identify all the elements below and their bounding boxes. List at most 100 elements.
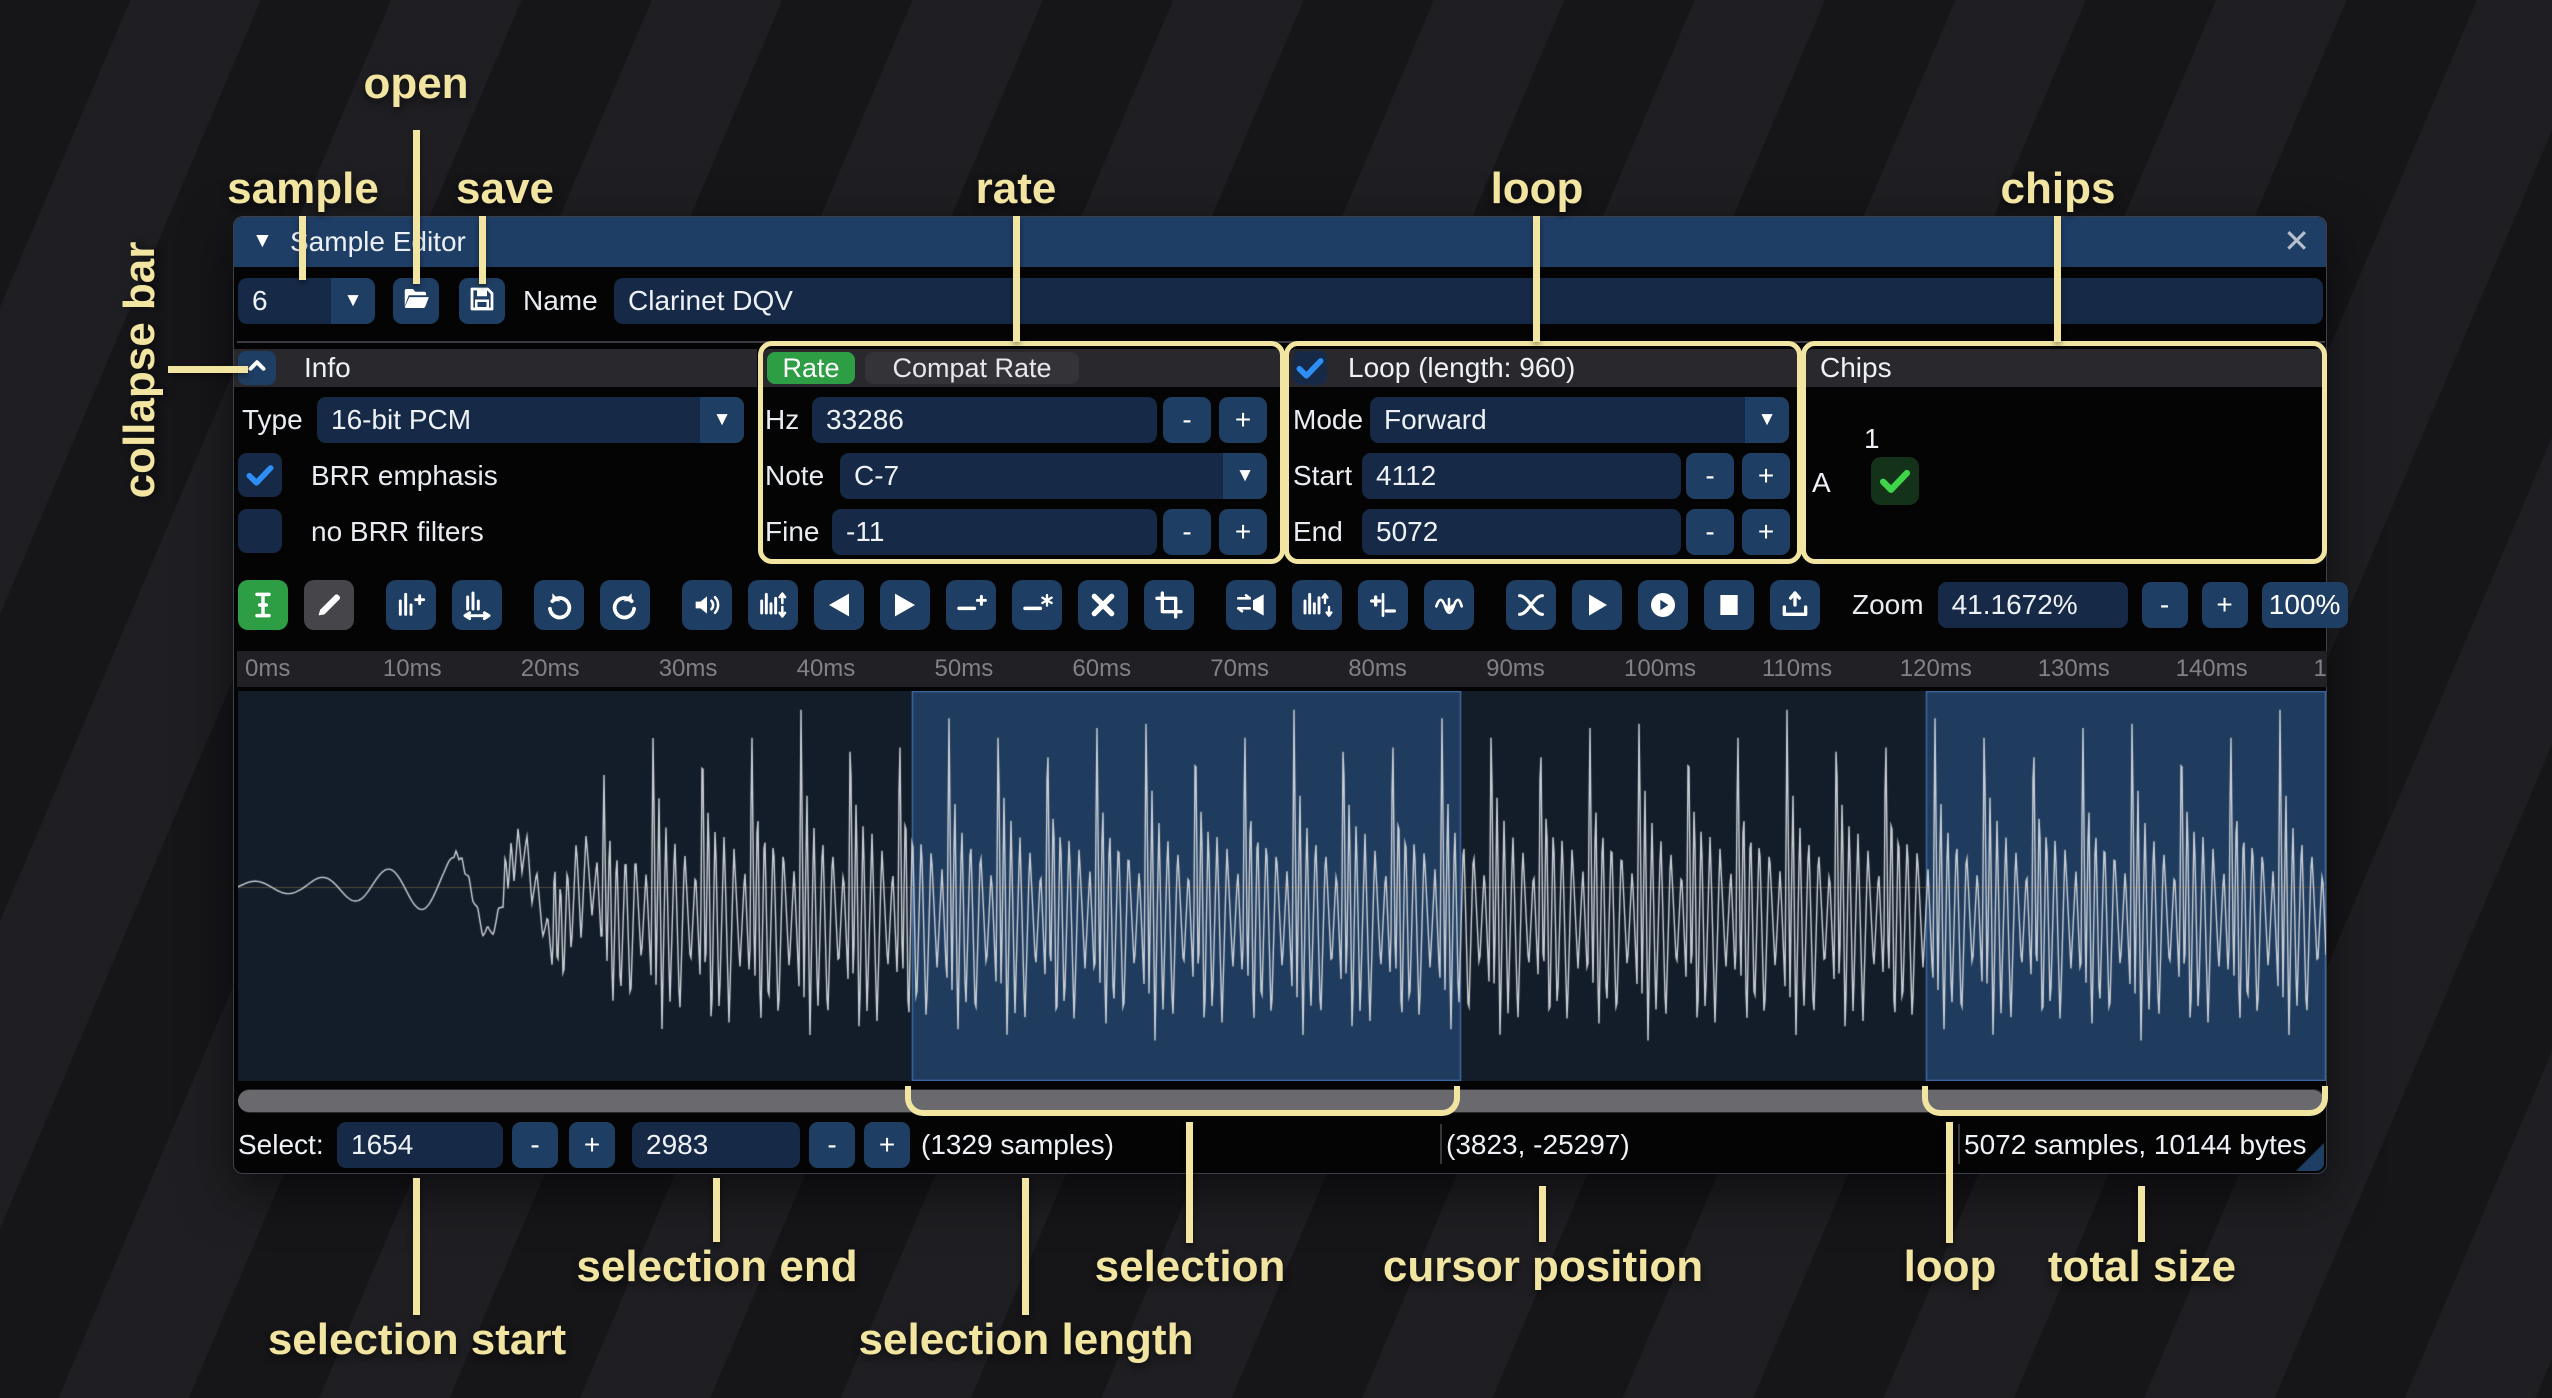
play-button[interactable] bbox=[1572, 580, 1622, 630]
fine-plus-button[interactable]: + bbox=[1219, 509, 1267, 555]
selection-end-plus-button[interactable]: + bbox=[864, 1122, 910, 1168]
zoom-input[interactable]: 41.1672% bbox=[1938, 582, 2128, 628]
selection-end-minus-button[interactable]: - bbox=[809, 1122, 855, 1168]
tab-rate[interactable]: Rate bbox=[767, 352, 855, 384]
zoom-out-button[interactable]: - bbox=[2142, 582, 2188, 628]
save-sample-button[interactable] bbox=[459, 278, 505, 324]
chip-column-header: 1 bbox=[1864, 423, 1924, 455]
chip-enable-checkbox[interactable] bbox=[1871, 457, 1919, 505]
mode-label: Mode bbox=[1293, 397, 1363, 443]
hz-input[interactable]: 33286 bbox=[812, 397, 1157, 443]
selection-start-input[interactable]: 1654 bbox=[337, 1122, 503, 1168]
annotation-open: open bbox=[363, 59, 468, 109]
scrollbar-thumb[interactable] bbox=[238, 1090, 2324, 1112]
undo-button[interactable] bbox=[534, 580, 584, 630]
invert-button[interactable] bbox=[1292, 580, 1342, 630]
trim-button[interactable] bbox=[1144, 580, 1194, 630]
resample-button[interactable] bbox=[452, 580, 502, 630]
annotation-rate: rate bbox=[976, 164, 1057, 214]
zoom-reset-button[interactable]: 100% bbox=[2262, 582, 2348, 628]
fade-out-button[interactable] bbox=[880, 580, 930, 630]
loop-mode-dropdown[interactable]: Forward ▼ bbox=[1370, 397, 1789, 443]
preview-button[interactable] bbox=[1638, 580, 1688, 630]
callout-line-collapse-bar bbox=[168, 366, 248, 373]
waveform-canvas[interactable] bbox=[238, 691, 2326, 1081]
check-icon bbox=[243, 458, 277, 492]
loop-start-minus-button[interactable]: - bbox=[1686, 453, 1734, 499]
waveform-scrollbar[interactable] bbox=[238, 1089, 2326, 1113]
selection-start-minus-button[interactable]: - bbox=[512, 1122, 558, 1168]
name-label: Name bbox=[523, 278, 598, 324]
crossfade-button[interactable] bbox=[1506, 580, 1556, 630]
selection-start-plus-button[interactable]: + bbox=[569, 1122, 615, 1168]
timeline-tick: 110ms bbox=[1762, 655, 1832, 683]
callout-line-sample bbox=[299, 216, 306, 280]
callout-line-open bbox=[413, 130, 420, 284]
import-button[interactable] bbox=[1770, 580, 1820, 630]
select-label: Select: bbox=[238, 1116, 324, 1173]
resize-button[interactable] bbox=[386, 580, 436, 630]
callout-line-loop bbox=[1533, 216, 1540, 342]
loop-enable-checkbox[interactable] bbox=[1293, 351, 1327, 385]
zoom-in-button[interactable]: + bbox=[2202, 582, 2248, 628]
timeline-tick: 130ms bbox=[2038, 655, 2110, 683]
note-dropdown[interactable]: C-7 ▼ bbox=[840, 453, 1267, 499]
sample-name-input[interactable]: Clarinet DQV bbox=[614, 278, 2323, 324]
callout-line-cursor-position bbox=[1539, 1186, 1546, 1242]
chevron-down-icon: ▼ bbox=[1223, 453, 1267, 499]
callout-line-save bbox=[479, 216, 486, 284]
loop-end-input[interactable]: 5072 bbox=[1362, 509, 1681, 555]
draw-mode-button[interactable] bbox=[304, 580, 354, 630]
chevron-down-icon[interactable]: ▼ bbox=[331, 278, 375, 324]
loop-start-input[interactable]: 4112 bbox=[1362, 453, 1681, 499]
selection-end-input[interactable]: 2983 bbox=[632, 1122, 800, 1168]
waveform-area[interactable] bbox=[238, 691, 2326, 1081]
timeline-tick: 150ms bbox=[2314, 655, 2328, 683]
title-bar[interactable]: ▼ Sample Editor ✕ bbox=[234, 217, 2326, 267]
chevron-down-icon: ▼ bbox=[1745, 397, 1789, 443]
amplify-button[interactable] bbox=[682, 580, 732, 630]
info-panel-header: Info bbox=[234, 349, 757, 387]
callout-line-loop-bottom bbox=[1946, 1122, 1953, 1243]
selection-length-text: (1329 samples) bbox=[921, 1116, 1114, 1173]
window-title: Sample Editor bbox=[290, 226, 466, 258]
close-icon[interactable]: ✕ bbox=[2283, 222, 2310, 260]
open-sample-button[interactable] bbox=[393, 278, 439, 324]
type-dropdown[interactable]: 16-bit PCM ▼ bbox=[317, 397, 744, 443]
loop-start-plus-button[interactable]: + bbox=[1742, 453, 1790, 499]
signed-unsigned-button[interactable] bbox=[1358, 580, 1408, 630]
tab-compat-rate[interactable]: Compat Rate bbox=[865, 352, 1079, 384]
divider bbox=[1440, 1124, 1442, 1164]
fine-minus-button[interactable]: - bbox=[1163, 509, 1211, 555]
fade-in-button[interactable] bbox=[814, 580, 864, 630]
check-icon bbox=[1293, 351, 1327, 385]
edit-mode-button[interactable] bbox=[238, 580, 288, 630]
brr-emphasis-label: BRR emphasis bbox=[311, 453, 498, 499]
open-folder-icon bbox=[401, 284, 431, 319]
loop-end-plus-button[interactable]: + bbox=[1742, 509, 1790, 555]
no-brr-filters-checkbox[interactable] bbox=[238, 509, 282, 553]
stop-button[interactable] bbox=[1704, 580, 1754, 630]
annotation-sample: sample bbox=[227, 164, 379, 214]
apply-silence-button[interactable] bbox=[1012, 580, 1062, 630]
loop-end-minus-button[interactable]: - bbox=[1686, 509, 1734, 555]
info-header-label: Info bbox=[304, 351, 351, 385]
delete-button[interactable] bbox=[1078, 580, 1128, 630]
chips-panel-header: Chips bbox=[1806, 349, 2326, 387]
loop-header-label: Loop (length: 960) bbox=[1348, 351, 1575, 385]
sample-number-select[interactable]: 6 ▼ bbox=[238, 278, 375, 324]
callout-line-chips bbox=[2054, 216, 2061, 342]
brr-emphasis-checkbox[interactable] bbox=[238, 453, 282, 497]
apply-filter-button[interactable] bbox=[1424, 580, 1474, 630]
hz-minus-button[interactable]: - bbox=[1163, 397, 1211, 443]
normalize-button[interactable] bbox=[748, 580, 798, 630]
timeline-tick: 30ms bbox=[659, 655, 718, 683]
fine-input[interactable]: -11 bbox=[832, 509, 1157, 555]
divider bbox=[1958, 1124, 1960, 1164]
window-resize-grip[interactable] bbox=[2296, 1143, 2324, 1171]
reverse-button[interactable] bbox=[1226, 580, 1276, 630]
hz-plus-button[interactable]: + bbox=[1219, 397, 1267, 443]
insert-silence-button[interactable] bbox=[946, 580, 996, 630]
redo-button[interactable] bbox=[600, 580, 650, 630]
window-collapse-icon[interactable]: ▼ bbox=[252, 229, 273, 253]
